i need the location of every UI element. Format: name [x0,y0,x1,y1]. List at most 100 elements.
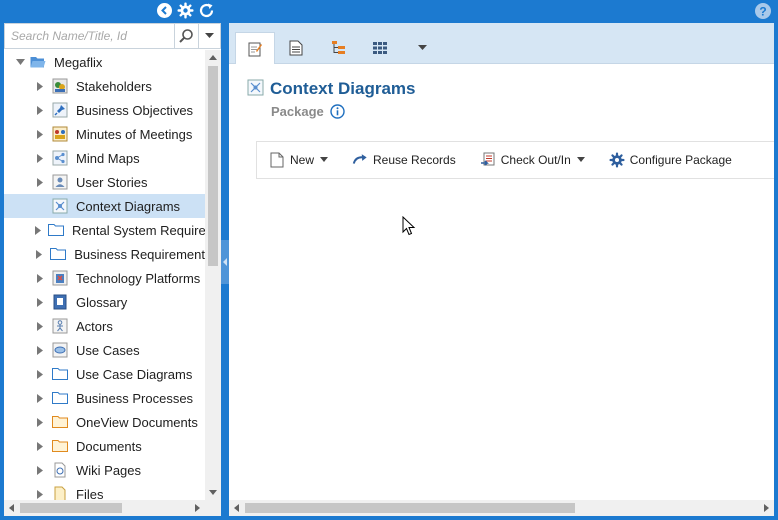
search-options-dropdown[interactable] [199,24,220,48]
scrollbar-corner [205,500,221,516]
expand-caret-icon[interactable] [35,489,45,499]
chevron-down-icon [204,33,214,38]
scrollbar-thumb[interactable] [245,503,575,513]
tree-item-minutes-of-meetings[interactable]: Minutes of Meetings [4,122,205,146]
tab-document[interactable] [276,32,316,64]
tree-root[interactable]: Megaflix [4,50,205,74]
check-out-icon [480,152,496,168]
expand-caret-icon[interactable] [35,345,45,355]
tree-item-stakeholders[interactable]: Stakeholders [4,74,205,98]
search-input[interactable] [5,24,175,48]
chevron-down-icon [417,45,427,50]
tree-item-mind-maps[interactable]: Mind Maps [4,146,205,170]
folder-icon [52,366,68,382]
gear-icon [609,152,625,168]
pin-icon [52,102,68,118]
user-story-icon [52,174,68,190]
folder-icon [48,222,64,238]
info-icon[interactable] [330,104,345,119]
tree-item-use-cases[interactable]: Use Cases [4,338,205,362]
tree-item-rental-system-requirements[interactable]: Rental System Require [4,218,205,242]
content-panel: Context Diagrams Package New Reuse Recor… [229,23,774,516]
scroll-up-arrow-icon [209,55,217,60]
edit-document-icon [248,42,262,56]
scroll-right-arrow-icon [195,504,200,512]
tab-more[interactable] [402,32,442,64]
context-diagram-icon [52,198,68,214]
expand-caret-icon[interactable] [35,225,41,235]
tree-item-business-processes[interactable]: Business Processes [4,386,205,410]
gear-icon[interactable] [177,2,194,19]
chevron-down-icon [576,157,585,162]
tree-item-business-requirements[interactable]: Business Requirement [4,242,205,266]
context-diagram-icon [247,79,264,99]
expand-caret-icon[interactable] [35,129,45,139]
scroll-right-arrow-icon [764,504,769,512]
expand-caret-icon[interactable] [35,369,45,379]
tree-horizontal-scrollbar[interactable] [4,500,205,516]
page-title: Context Diagrams [270,79,416,98]
file-icon [52,486,68,500]
tree-item-oneview-documents[interactable]: OneView Documents [4,410,205,434]
tab-grid[interactable] [360,32,400,64]
search-button[interactable] [175,24,199,48]
collapse-caret-icon[interactable] [15,57,25,67]
glossary-icon [52,294,68,310]
grid-icon [373,42,387,54]
tab-hierarchy[interactable] [319,32,359,64]
expand-caret-icon[interactable] [35,393,45,403]
tree-item-technology-platforms[interactable]: Technology Platforms [4,266,205,290]
expand-caret-icon[interactable] [35,465,45,475]
tab-details[interactable] [235,32,275,64]
wiki-icon [52,462,68,478]
navigation-panel: Megaflix Stakeholders Business Objective… [4,23,221,516]
tree-item-use-case-diagrams[interactable]: Use Case Diagrams [4,362,205,386]
tree-item-context-diagrams[interactable]: Context Diagrams [4,194,205,218]
stakeholders-icon [52,78,68,94]
chevron-left-icon [222,258,227,266]
expand-caret-icon[interactable] [35,441,45,451]
expand-caret-icon[interactable] [35,153,45,163]
tree-item-glossary[interactable]: Glossary [4,290,205,314]
tree-item-user-stories[interactable]: User Stories [4,170,205,194]
tree-vertical-scrollbar[interactable] [205,50,221,500]
back-arrow-icon[interactable] [156,2,173,19]
folder-open-icon [30,54,46,70]
scrollbar-thumb[interactable] [20,503,122,513]
expand-caret-icon[interactable] [35,273,45,283]
top-toolbar [156,2,215,20]
collapse-panel-handle[interactable] [221,240,229,284]
scroll-left-arrow-icon [9,504,14,512]
folder-icon [52,390,68,406]
tree-item-business-objectives[interactable]: Business Objectives [4,98,205,122]
expand-caret-icon[interactable] [35,81,45,91]
expand-caret-icon[interactable] [35,249,43,259]
help-icon[interactable]: ? [754,2,772,20]
folder-orange-icon [52,414,68,430]
tree-item-documents[interactable]: Documents [4,434,205,458]
folder-icon [50,246,67,262]
svg-text:?: ? [759,5,766,19]
search-bar [4,23,221,49]
content-horizontal-scrollbar[interactable] [229,500,774,516]
reuse-records-button[interactable]: Reuse Records [352,152,456,168]
tree-item-actors[interactable]: Actors [4,314,205,338]
scroll-left-arrow-icon [234,504,239,512]
expand-caret-icon[interactable] [35,105,45,115]
tree-item-files[interactable]: Files [4,482,205,500]
check-out-in-button[interactable]: Check Out/In [480,152,585,168]
tree-item-wiki-pages[interactable]: Wiki Pages [4,458,205,482]
new-button[interactable]: New [269,152,329,168]
expand-caret-icon[interactable] [35,297,45,307]
project-tree: Megaflix Stakeholders Business Objective… [4,50,205,500]
scroll-down-arrow-icon [209,490,217,495]
scrollbar-thumb[interactable] [208,66,218,266]
use-case-icon [52,342,68,358]
configure-package-button[interactable]: Configure Package [609,152,732,168]
new-document-icon [269,152,285,168]
expand-caret-icon[interactable] [35,417,45,427]
mouse-cursor-icon [402,216,416,236]
refresh-icon[interactable] [198,2,215,19]
expand-caret-icon[interactable] [35,321,45,331]
expand-caret-icon[interactable] [35,177,45,187]
